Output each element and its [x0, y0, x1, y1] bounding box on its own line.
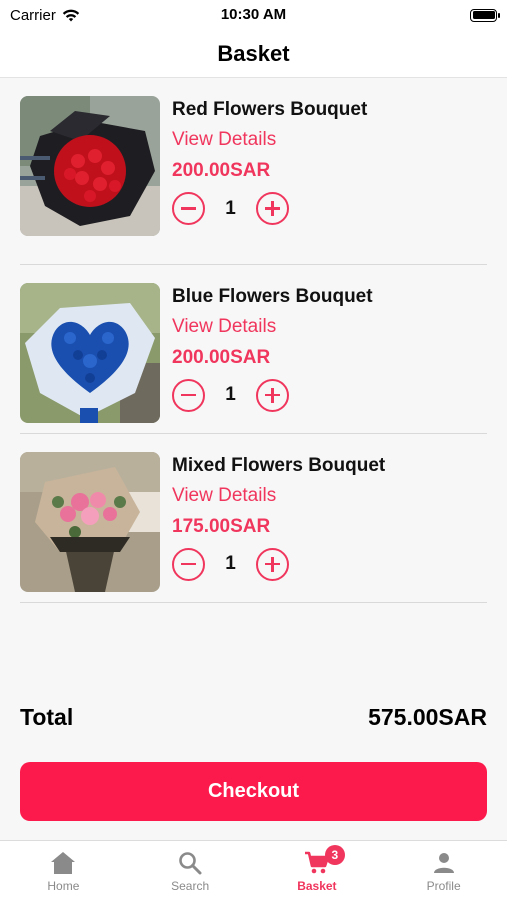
- wifi-icon: [62, 9, 80, 21]
- item-price: 200.00SAR: [172, 346, 271, 368]
- item-info: Blue Flowers Bouquet View Details 200.00…: [172, 283, 373, 433]
- quantity-value: 1: [225, 553, 236, 574]
- item-price: 200.00SAR: [172, 160, 271, 181]
- item-name: Red Flowers Bouquet: [172, 99, 368, 120]
- person-icon: [433, 853, 454, 873]
- item-info: Red Flowers Bouquet View Details 200.00S…: [172, 96, 367, 264]
- quantity-stepper: 1: [172, 547, 385, 581]
- quantity-value: 1: [225, 384, 236, 405]
- decrease-quantity-button[interactable]: [172, 378, 205, 412]
- total-label: Total: [20, 704, 74, 730]
- product-image-mixed-flowers[interactable]: [20, 451, 160, 592]
- increase-quantity-button[interactable]: [256, 378, 289, 412]
- nav-header: Basket: [0, 30, 507, 78]
- status-bar: Carrier 10:30 AM: [0, 0, 507, 30]
- carrier-label: Carrier: [10, 6, 56, 24]
- tab-label: Home: [47, 879, 80, 893]
- total-row: Total 575.00SAR: [20, 704, 487, 731]
- quantity-stepper: 1: [172, 378, 373, 412]
- home-icon: [51, 852, 76, 874]
- cart-item: Blue Flowers Bouquet View Details 200.00…: [20, 265, 487, 434]
- tab-bar: Home Search 3 Basket Profile: [0, 840, 507, 900]
- search-icon: [179, 852, 202, 875]
- quantity-value: 1: [225, 197, 236, 219]
- status-left: Carrier: [10, 7, 80, 24]
- increase-quantity-button[interactable]: [256, 547, 289, 581]
- cart-count-badge: 3: [324, 845, 345, 865]
- total-value: 575.00SAR: [368, 704, 487, 730]
- checkout-button[interactable]: Checkout: [20, 762, 487, 821]
- tab-label: Basket: [297, 879, 337, 893]
- product-image-red-roses[interactable]: [20, 96, 160, 236]
- tab-basket[interactable]: 3 Basket: [254, 841, 381, 900]
- item-price: 175.00SAR: [172, 515, 271, 537]
- decrease-quantity-button[interactable]: [172, 192, 205, 225]
- tab-label: Profile: [426, 879, 461, 893]
- item-name: Blue Flowers Bouquet: [172, 285, 373, 307]
- cart-list: Red Flowers Bouquet View Details 200.00S…: [20, 96, 487, 603]
- tab-profile[interactable]: Profile: [380, 841, 507, 900]
- cart-item: Red Flowers Bouquet View Details 200.00S…: [20, 96, 487, 265]
- view-details-link[interactable]: View Details: [172, 485, 385, 507]
- view-details-link[interactable]: View Details: [172, 316, 373, 338]
- quantity-stepper: 1: [172, 192, 367, 225]
- tab-label: Search: [171, 879, 210, 893]
- view-details-link[interactable]: View Details: [172, 129, 367, 151]
- tab-search[interactable]: Search: [127, 841, 254, 900]
- page-title: Basket: [217, 40, 290, 66]
- tab-home[interactable]: Home: [0, 841, 127, 900]
- decrease-quantity-button[interactable]: [172, 547, 205, 581]
- increase-quantity-button[interactable]: [256, 192, 289, 225]
- cart-item: Mixed Flowers Bouquet View Details 175.0…: [20, 434, 487, 603]
- item-name: Mixed Flowers Bouquet: [172, 454, 386, 476]
- item-info: Mixed Flowers Bouquet View Details 175.0…: [172, 452, 385, 602]
- battery-icon: [470, 8, 500, 22]
- product-image-blue-heart[interactable]: [20, 282, 160, 423]
